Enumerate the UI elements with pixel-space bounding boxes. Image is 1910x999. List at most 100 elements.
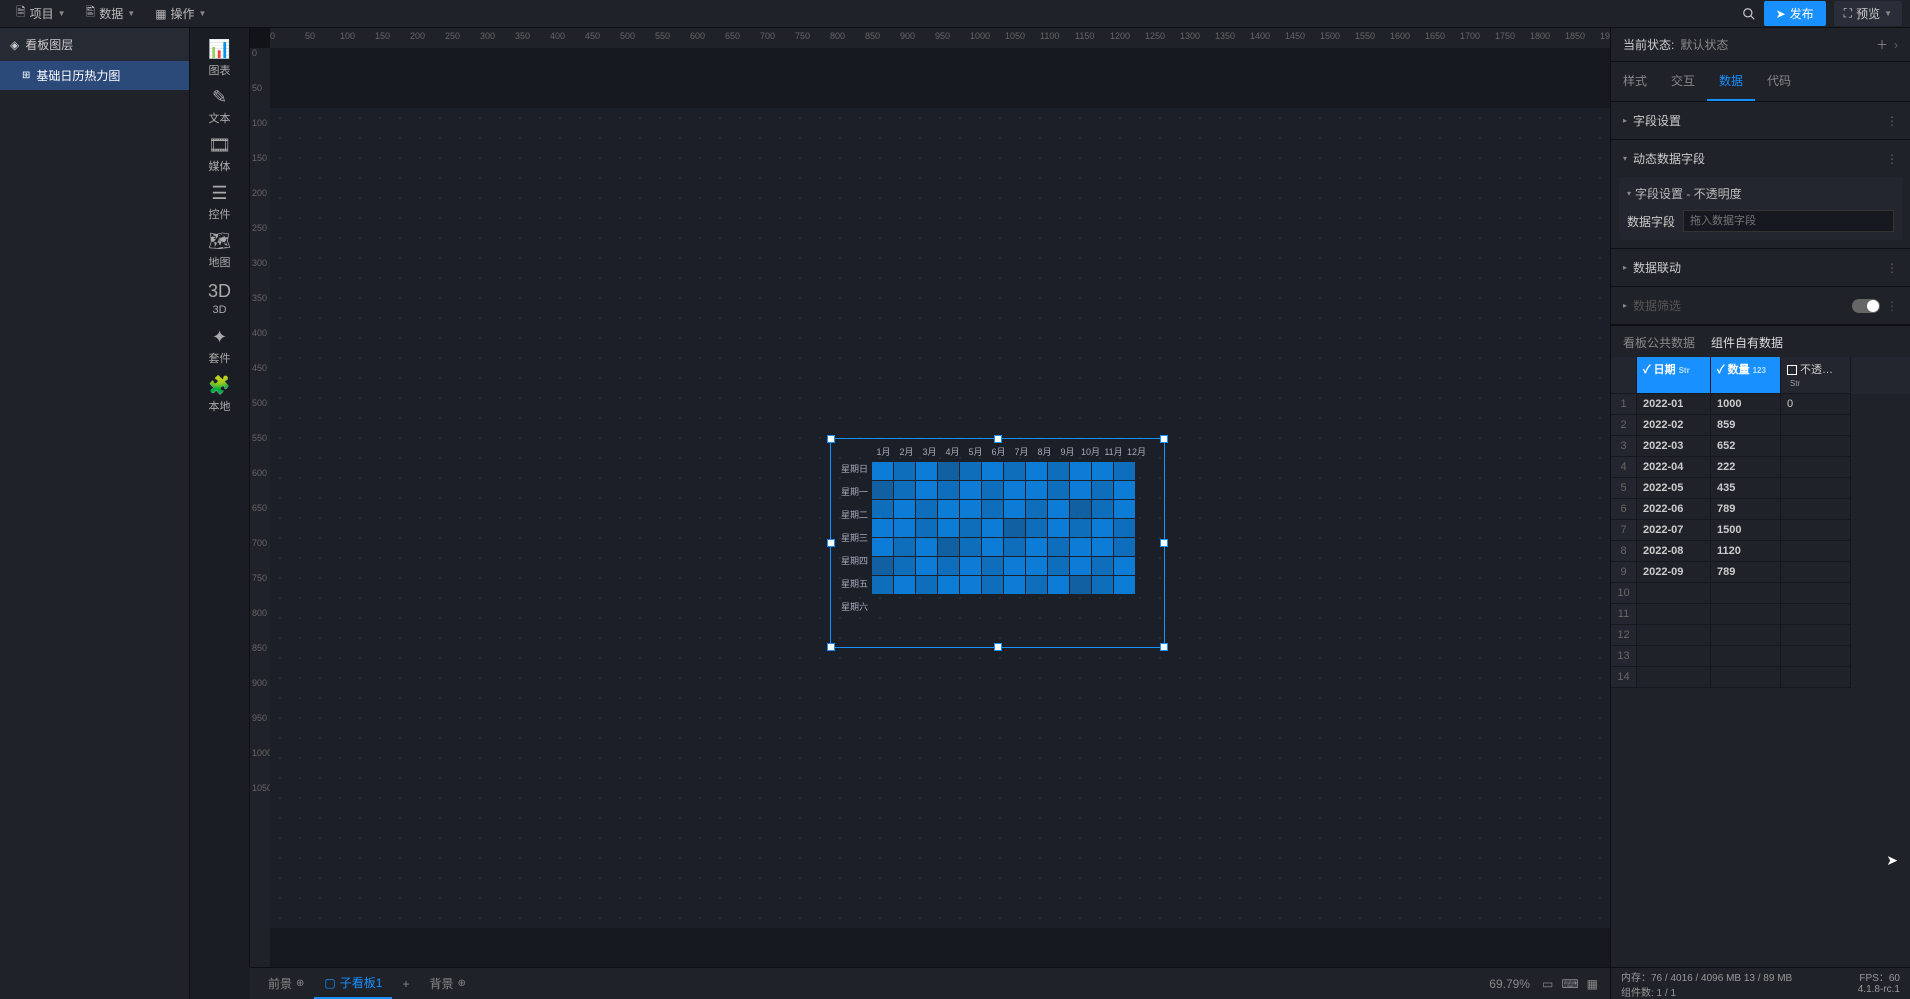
- palette-icon: 3D: [208, 281, 231, 302]
- menu-project-label: 项目: [30, 5, 54, 22]
- palette-label: 本地: [209, 398, 231, 414]
- resize-handle-n[interactable]: [994, 435, 1002, 443]
- table-row[interactable]: 62022-06789: [1611, 499, 1910, 520]
- resize-handle-e[interactable]: [1160, 539, 1168, 547]
- layer-panel: ◈ 看板图层 ⊞ 基础日历热力图: [0, 28, 190, 999]
- resize-handle-ne[interactable]: [1160, 435, 1168, 443]
- caret-down-icon: ▾: [1623, 154, 1627, 163]
- preview-button[interactable]: ⛶ 预览 ▼: [1834, 1, 1902, 26]
- add-tab-button[interactable]: +: [392, 971, 419, 997]
- palette-icon: ✦: [212, 327, 227, 348]
- search-icon[interactable]: [1742, 6, 1756, 21]
- table-row[interactable]: 12022-0110000: [1611, 394, 1910, 415]
- heatmap-col-labels: 1月2月3月4月5月6月7月8月9月10月11月12月: [873, 445, 1154, 458]
- layer-title-text: 看板图层: [25, 36, 73, 53]
- section-field-settings-head[interactable]: ▸ 字段设置 ⋮: [1611, 102, 1910, 139]
- property-tabs: 样式交互数据代码: [1611, 62, 1910, 102]
- table-row[interactable]: 82022-081120: [1611, 541, 1910, 562]
- plus-icon[interactable]: ＋: [1876, 36, 1888, 53]
- more-icon[interactable]: ⋮: [1886, 152, 1898, 166]
- tab-subboard[interactable]: ▢ 子看板1: [314, 968, 392, 999]
- more-icon[interactable]: ⋮: [1886, 261, 1898, 275]
- palette-文本[interactable]: ✎文本: [196, 82, 244, 130]
- table-row[interactable]: 32022-03652: [1611, 436, 1910, 457]
- state-label: 当前状态:: [1623, 36, 1674, 53]
- section-data-link-head[interactable]: ▸ 数据联动 ⋮: [1611, 249, 1910, 286]
- dg-tab[interactable]: 看板公共数据: [1623, 334, 1695, 351]
- menu-data[interactable]: 🖺 数据 ▼: [78, 0, 144, 27]
- table-row[interactable]: 12: [1611, 625, 1910, 646]
- selected-component[interactable]: 1月2月3月4月5月6月7月8月9月10月11月12月 星期日星期一星期二星期三…: [830, 438, 1165, 648]
- menu-action-label: 操作: [171, 5, 195, 22]
- col-count[interactable]: ✓ 数量123: [1711, 357, 1781, 394]
- table-row[interactable]: 72022-071500: [1611, 520, 1910, 541]
- tab-数据[interactable]: 数据: [1707, 62, 1755, 101]
- table-row[interactable]: 13: [1611, 646, 1910, 667]
- palette-icon: 🧩: [208, 375, 230, 396]
- palette-控件[interactable]: ☰控件: [196, 178, 244, 226]
- component-palette: 📊图表✎文本🎞媒体☰控件🗺地图3D3D✦套件 🧩 本地: [190, 28, 250, 967]
- tab-样式[interactable]: 样式: [1611, 62, 1659, 101]
- more-icon[interactable]: ⋮: [1886, 114, 1898, 128]
- table-row[interactable]: 42022-04222: [1611, 457, 1910, 478]
- plus-circle-icon[interactable]: ⊕: [457, 978, 465, 989]
- layer-panel-title: ◈ 看板图层: [0, 28, 189, 61]
- fit-icon[interactable]: ▭: [1538, 977, 1557, 991]
- palette-地图[interactable]: 🗺地图: [196, 226, 244, 274]
- section-data-filter-head[interactable]: ▸ 数据筛选 ⋮: [1611, 287, 1910, 324]
- menu-data-label: 数据: [99, 5, 123, 22]
- palette-icon: 🗺: [208, 231, 231, 252]
- ruler-vertical: 0501001502002503003504004505005506006507…: [250, 48, 270, 967]
- table-row[interactable]: 14: [1611, 667, 1910, 688]
- palette-3D[interactable]: 3D3D: [196, 274, 244, 322]
- col-date[interactable]: ✓ 日期Str: [1637, 357, 1711, 394]
- resize-handle-s[interactable]: [994, 643, 1002, 651]
- state-value[interactable]: 默认状态: [1680, 36, 1728, 53]
- keyboard-icon[interactable]: ⌨: [1557, 977, 1582, 991]
- caret-down-icon: ▾: [1627, 189, 1631, 198]
- menu-project[interactable]: 🗎 项目 ▼: [8, 0, 74, 27]
- chevron-right-icon[interactable]: ›: [1894, 38, 1898, 52]
- table-row[interactable]: 22022-02859: [1611, 415, 1910, 436]
- palette-本地[interactable]: 🧩 本地: [196, 370, 244, 418]
- heatmap-grid: [872, 462, 1135, 618]
- data-field-input[interactable]: [1683, 210, 1894, 232]
- tab-交互[interactable]: 交互: [1659, 62, 1707, 101]
- canvas-area[interactable]: 0501001502002503003504004505005506006507…: [250, 28, 1610, 967]
- table-row[interactable]: 92022-09789: [1611, 562, 1910, 583]
- resize-handle-nw[interactable]: [827, 435, 835, 443]
- table-row[interactable]: 10: [1611, 583, 1910, 604]
- layer-item[interactable]: ⊞ 基础日历热力图: [0, 61, 189, 90]
- filter-toggle[interactable]: [1852, 299, 1880, 313]
- caret-right-icon: ▸: [1623, 116, 1627, 125]
- palette-图表[interactable]: 📊图表: [196, 34, 244, 82]
- resize-handle-sw[interactable]: [827, 643, 835, 651]
- publish-button[interactable]: ➤ 发布: [1764, 1, 1826, 26]
- canvas-viewport[interactable]: 1月2月3月4月5月6月7月8月9月10月11月12月 星期日星期一星期二星期三…: [270, 48, 1610, 967]
- group-title: 字段设置 - 不透明度: [1635, 185, 1742, 202]
- table-row[interactable]: 52022-05435: [1611, 478, 1910, 499]
- data-grid-tabs: 看板公共数据组件自有数据: [1611, 326, 1910, 357]
- col-opacity[interactable]: 不透…Str: [1781, 357, 1851, 394]
- grid-toggle-icon[interactable]: ▦: [1583, 977, 1602, 991]
- bottom-tab-bar: 前景 ⊕ ▢ 子看板1 + 背景 ⊕ 69.79% ▭ ⌨ ▦: [250, 967, 1610, 999]
- menu-action[interactable]: ▦ 操作 ▼: [147, 0, 214, 27]
- more-icon[interactable]: ⋮: [1886, 299, 1898, 313]
- version-status: 4.1.8-rc.1: [1858, 984, 1900, 999]
- tab-background[interactable]: 背景 ⊕: [419, 969, 475, 998]
- plus-circle-icon[interactable]: ⊕: [296, 978, 304, 989]
- palette-套件[interactable]: ✦套件: [196, 322, 244, 370]
- canvas-board[interactable]: 1月2月3月4月5月6月7月8月9月10月11月12月 星期日星期一星期二星期三…: [270, 108, 1610, 928]
- table-row[interactable]: 11: [1611, 604, 1910, 625]
- resize-handle-se[interactable]: [1160, 643, 1168, 651]
- field-label: 数据字段: [1627, 213, 1675, 230]
- data-grid: 看板公共数据组件自有数据 ✓ 日期Str ✓ 数量123 不透…Str 1202…: [1611, 325, 1910, 967]
- tab-foreground[interactable]: 前景 ⊕: [258, 969, 314, 998]
- tab-代码[interactable]: 代码: [1755, 62, 1803, 101]
- dg-tab[interactable]: 组件自有数据: [1711, 334, 1783, 351]
- section-title: 动态数据字段: [1633, 150, 1705, 167]
- palette-媒体[interactable]: 🎞媒体: [196, 130, 244, 178]
- resize-handle-w[interactable]: [827, 539, 835, 547]
- zoom-level[interactable]: 69.79%: [1489, 977, 1530, 991]
- section-dynamic-fields-head[interactable]: ▾ 动态数据字段 ⋮: [1611, 140, 1910, 177]
